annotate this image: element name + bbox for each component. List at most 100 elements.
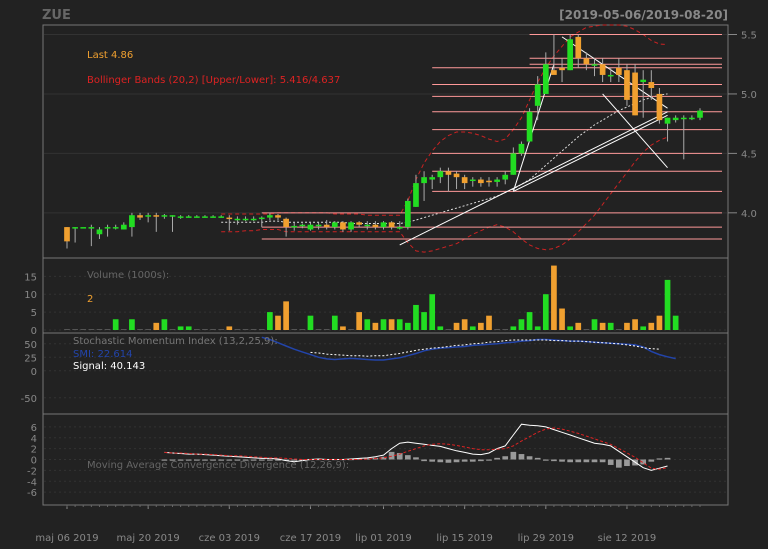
candle-body [388,222,395,228]
smi-tick-label: -50 [21,394,37,405]
candle-body [202,216,208,218]
volume-bar [534,326,541,330]
candle-body [478,179,484,184]
candle-body [169,215,176,217]
candle-body [112,227,119,229]
macd-histogram-bar [616,459,622,468]
candle-body [526,111,533,142]
candle-body [104,227,111,229]
candle-body [551,70,557,75]
volume-bar [299,329,306,330]
volume-bar [632,319,638,330]
volume-bar [348,329,354,330]
volume-bar [405,322,411,330]
volume-bar [177,326,184,330]
candle-body [421,177,427,184]
volume-bar [153,322,160,330]
macd-histogram-bar [429,459,436,462]
macd-histogram-bar [599,459,606,463]
volume-bar [161,319,168,330]
candle-body [689,117,695,120]
volume-bar [616,329,622,330]
candle-body [120,224,127,230]
volume-tick-label: 15 [24,272,37,283]
volume-bar [559,308,565,330]
macd-histogram-bar [656,458,663,460]
macd-histogram-bar [502,456,509,460]
volume-bar [478,322,484,330]
volume-tick-label: 0 [31,326,37,337]
volume-bar [664,279,671,330]
volume-bar [583,329,590,330]
volume-bar [226,326,233,330]
volume-bar [526,312,533,330]
candle-body [591,64,598,66]
candle-body [226,217,233,220]
candle-body [502,174,509,180]
volume-bar [234,329,241,330]
candle-body [340,222,346,230]
volume-bar [169,329,176,330]
candle-body [80,227,87,229]
candle-body [599,64,606,75]
candle-body [250,218,257,221]
candle-body [218,216,225,218]
candle-body [177,216,184,218]
candle-body [405,200,411,228]
x-tick-label: lip 15 2019 [436,533,492,544]
volume-bar [372,322,379,330]
volume-bar [494,329,500,330]
macd-histogram-bar [413,457,419,460]
volume-bar [194,329,200,330]
volume-bar [461,319,468,330]
volume-bar [567,326,573,330]
candle-body [96,229,103,235]
smi-tick-label: 25 [24,353,37,364]
candle-body [575,36,582,59]
volume-bar [80,329,87,330]
candle-body [461,177,468,184]
volume-bar [145,329,151,330]
volume-bar [624,322,630,330]
volume-bar [640,326,647,330]
volume-bar [137,329,143,330]
volume-bar [469,326,476,330]
volume-bar [242,329,249,330]
candle-body [194,216,200,218]
smi-title: Stochastic Momentum Index (13,2,25,9): [73,336,278,347]
bollinger-bands-label: Bollinger Bands (20,2) [Upper/Lower]: 5.… [87,75,340,86]
volume-bar [356,312,362,330]
candle-body [372,224,379,228]
volume-bar [502,329,509,330]
x-tick-label: lip 29 2019 [518,533,574,544]
volume-bar [202,329,208,330]
candle-body [534,84,541,106]
candle-body [267,215,273,218]
candle-body [258,217,265,220]
macd-histogram-bar [453,459,460,463]
x-tick-label: maj 20 2019 [117,533,180,544]
macd-tick-label: 4 [31,434,37,445]
volume-bar [129,319,135,330]
x-tick-label: cze 03 2019 [199,533,260,544]
candle-body [364,224,371,227]
candle-body [640,79,647,83]
candle-body [145,215,151,217]
candle-body [88,227,95,229]
candle-body [291,225,298,228]
volume-bar [267,312,273,330]
candle-body [275,215,281,218]
date-range: [2019-05-06/2019-08-20] [559,8,728,22]
candle-body [445,171,452,175]
volume-bar [258,329,265,330]
candle-body [137,215,143,218]
candle-body [656,93,663,121]
x-tick-label: cze 17 2019 [280,533,341,544]
candle-body [607,74,614,77]
candle-body [437,171,444,178]
volume-bar [518,319,525,330]
volume-bar [413,304,419,330]
macd-tick-label: 0 [31,456,37,467]
candle-body [64,227,70,242]
volume-bar [250,329,257,330]
